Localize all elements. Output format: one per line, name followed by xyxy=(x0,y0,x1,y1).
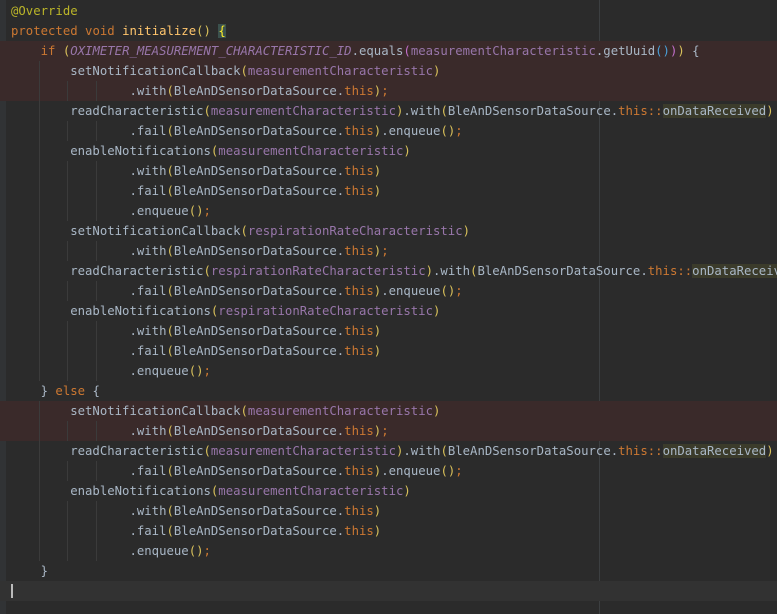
code-text: .with(BleAnDSensorDataSource.this); xyxy=(11,424,389,438)
code-text: enableNotifications(measurementCharacter… xyxy=(11,484,411,498)
code-text: .with(BleAnDSensorDataSource.this) xyxy=(11,324,382,338)
code-line[interactable]: readCharacteristic(respirationRateCharac… xyxy=(0,261,777,281)
code-text: .enqueue(); xyxy=(11,204,211,218)
code-line[interactable]: enableNotifications(respirationRateChara… xyxy=(0,301,777,321)
code-text: enableNotifications(measurementCharacter… xyxy=(11,144,411,158)
code-line[interactable]: .with(BleAnDSensorDataSource.this); xyxy=(0,81,777,101)
code-line[interactable]: } xyxy=(0,561,777,581)
code-text: setNotificationCallback(measurementChara… xyxy=(11,64,441,78)
code-line[interactable]: } else { xyxy=(0,381,777,401)
code-line[interactable]: .enqueue(); xyxy=(0,201,777,221)
code-text: } xyxy=(11,564,49,578)
code-text: if (OXIMETER_MEASUREMENT_CHARACTERISTIC_… xyxy=(40,44,700,58)
code-text: setNotificationCallback(measurementChara… xyxy=(11,404,441,418)
code-text: setNotificationCallback(respirationRateC… xyxy=(11,224,471,238)
code-line[interactable]: if (OXIMETER_MEASUREMENT_CHARACTERISTIC_… xyxy=(0,41,777,61)
code-text: readCharacteristic(respirationRateCharac… xyxy=(11,261,777,281)
code-line[interactable]: .with(BleAnDSensorDataSource.this) xyxy=(0,501,777,521)
code-line[interactable]: @Override xyxy=(0,1,777,21)
code-text: .fail(BleAnDSensorDataSource.this) xyxy=(11,184,382,198)
code-text: .fail(BleAnDSensorDataSource.this).enque… xyxy=(11,464,463,478)
code-line[interactable]: enableNotifications(measurementCharacter… xyxy=(0,141,777,161)
code-line[interactable]: .fail(BleAnDSensorDataSource.this).enque… xyxy=(0,461,777,481)
code-text: .with(BleAnDSensorDataSource.this); xyxy=(11,84,389,98)
code-line[interactable]: .fail(BleAnDSensorDataSource.this) xyxy=(0,181,777,201)
code-line[interactable]: setNotificationCallback(measurementChara… xyxy=(0,401,777,421)
code-line[interactable]: protected void initialize() { xyxy=(0,21,777,41)
code-text: .with(BleAnDSensorDataSource.this) xyxy=(11,164,382,178)
code-line[interactable]: .fail(BleAnDSensorDataSource.this) xyxy=(0,341,777,361)
code-text: enableNotifications(respirationRateChara… xyxy=(11,304,441,318)
code-text: readCharacteristic(measurementCharacteri… xyxy=(11,104,774,118)
code-text: .fail(BleAnDSensorDataSource.this).enque… xyxy=(11,284,463,298)
code-line[interactable]: .enqueue(); xyxy=(0,541,777,561)
code-line[interactable]: .fail(BleAnDSensorDataSource.this).enque… xyxy=(0,281,777,301)
code-text: .with(BleAnDSensorDataSource.this) xyxy=(11,504,382,518)
code-line[interactable]: .with(BleAnDSensorDataSource.this) xyxy=(0,321,777,341)
code-editor[interactable]: @Override protected void initialize() { i… xyxy=(0,0,777,614)
code-line[interactable]: setNotificationCallback(measurementChara… xyxy=(0,61,777,81)
text-caret xyxy=(11,584,13,598)
code-line[interactable]: setNotificationCallback(respirationRateC… xyxy=(0,221,777,241)
code-text: } else { xyxy=(11,384,100,398)
code-line[interactable]: .with(BleAnDSensorDataSource.this) xyxy=(0,161,777,181)
code-text: protected void initialize() { xyxy=(11,24,226,38)
code-line[interactable]: readCharacteristic(measurementCharacteri… xyxy=(0,101,777,121)
code-line[interactable]: .with(BleAnDSensorDataSource.this); xyxy=(0,241,777,261)
code-line[interactable]: .fail(BleAnDSensorDataSource.this) xyxy=(0,521,777,541)
code-text: @Override xyxy=(11,4,78,18)
code-line[interactable]: enableNotifications(measurementCharacter… xyxy=(0,481,777,501)
code-line[interactable]: .fail(BleAnDSensorDataSource.this).enque… xyxy=(0,121,777,141)
code-text: .fail(BleAnDSensorDataSource.this) xyxy=(11,344,382,358)
code-line[interactable]: readCharacteristic(measurementCharacteri… xyxy=(0,441,777,461)
code-text: .enqueue(); xyxy=(11,544,211,558)
code-line[interactable]: .with(BleAnDSensorDataSource.this); xyxy=(0,421,777,441)
code-line[interactable]: .enqueue(); xyxy=(0,361,777,381)
code-text: .fail(BleAnDSensorDataSource.this).enque… xyxy=(11,124,463,138)
code-text: .fail(BleAnDSensorDataSource.this) xyxy=(11,524,382,538)
code-text: readCharacteristic(measurementCharacteri… xyxy=(11,444,774,458)
code-text: .enqueue(); xyxy=(11,364,211,378)
code-text: .with(BleAnDSensorDataSource.this); xyxy=(11,244,389,258)
code-line[interactable] xyxy=(0,581,777,601)
